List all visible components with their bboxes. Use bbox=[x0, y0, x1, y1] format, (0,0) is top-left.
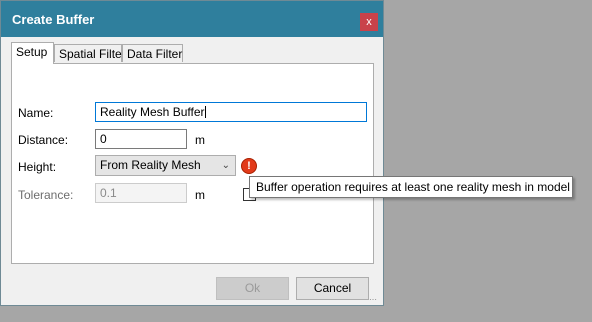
create-buffer-dialog: Create Buffer x Setup Spatial Filter Dat… bbox=[0, 0, 384, 306]
resize-grip-icon[interactable]: ⋯ bbox=[369, 295, 377, 304]
tab-setup[interactable]: Setup bbox=[11, 42, 54, 64]
chevron-down-icon: ⌄ bbox=[221, 160, 230, 171]
name-input-value: Reality Mesh Buffer bbox=[100, 105, 205, 119]
close-button[interactable]: x bbox=[360, 13, 378, 31]
distance-label: Distance: bbox=[18, 133, 69, 147]
dialog-titlebar[interactable]: Create Buffer x bbox=[1, 1, 383, 37]
dialog-title: Create Buffer bbox=[12, 12, 95, 27]
close-icon: x bbox=[366, 16, 372, 28]
height-label: Height: bbox=[18, 160, 57, 174]
ok-button[interactable]: Ok bbox=[216, 277, 289, 300]
distance-input[interactable]: 0 bbox=[95, 129, 187, 149]
tab-data-filter[interactable]: Data Filter bbox=[122, 44, 183, 62]
warning-tooltip: Buffer operation requires at least one r… bbox=[249, 176, 573, 198]
tolerance-label: Tolerance: bbox=[18, 188, 74, 202]
name-label: Name: bbox=[18, 106, 54, 120]
error-icon[interactable]: ! bbox=[241, 158, 257, 174]
tolerance-input: 0.1 bbox=[95, 183, 187, 203]
error-icon-glyph: ! bbox=[247, 160, 251, 172]
cancel-button[interactable]: Cancel bbox=[296, 277, 369, 300]
height-select[interactable]: From Reality Mesh ⌄ bbox=[95, 155, 236, 176]
distance-unit: m bbox=[195, 133, 205, 147]
name-input[interactable]: Reality Mesh Buffer bbox=[95, 102, 367, 122]
distance-input-value: 0 bbox=[100, 132, 107, 146]
height-select-value: From Reality Mesh bbox=[100, 158, 201, 172]
tolerance-input-value: 0.1 bbox=[100, 186, 117, 200]
text-caret bbox=[204, 106, 206, 118]
tolerance-unit: m bbox=[195, 188, 205, 202]
tab-spatial-filter[interactable]: Spatial Filter bbox=[54, 44, 126, 62]
